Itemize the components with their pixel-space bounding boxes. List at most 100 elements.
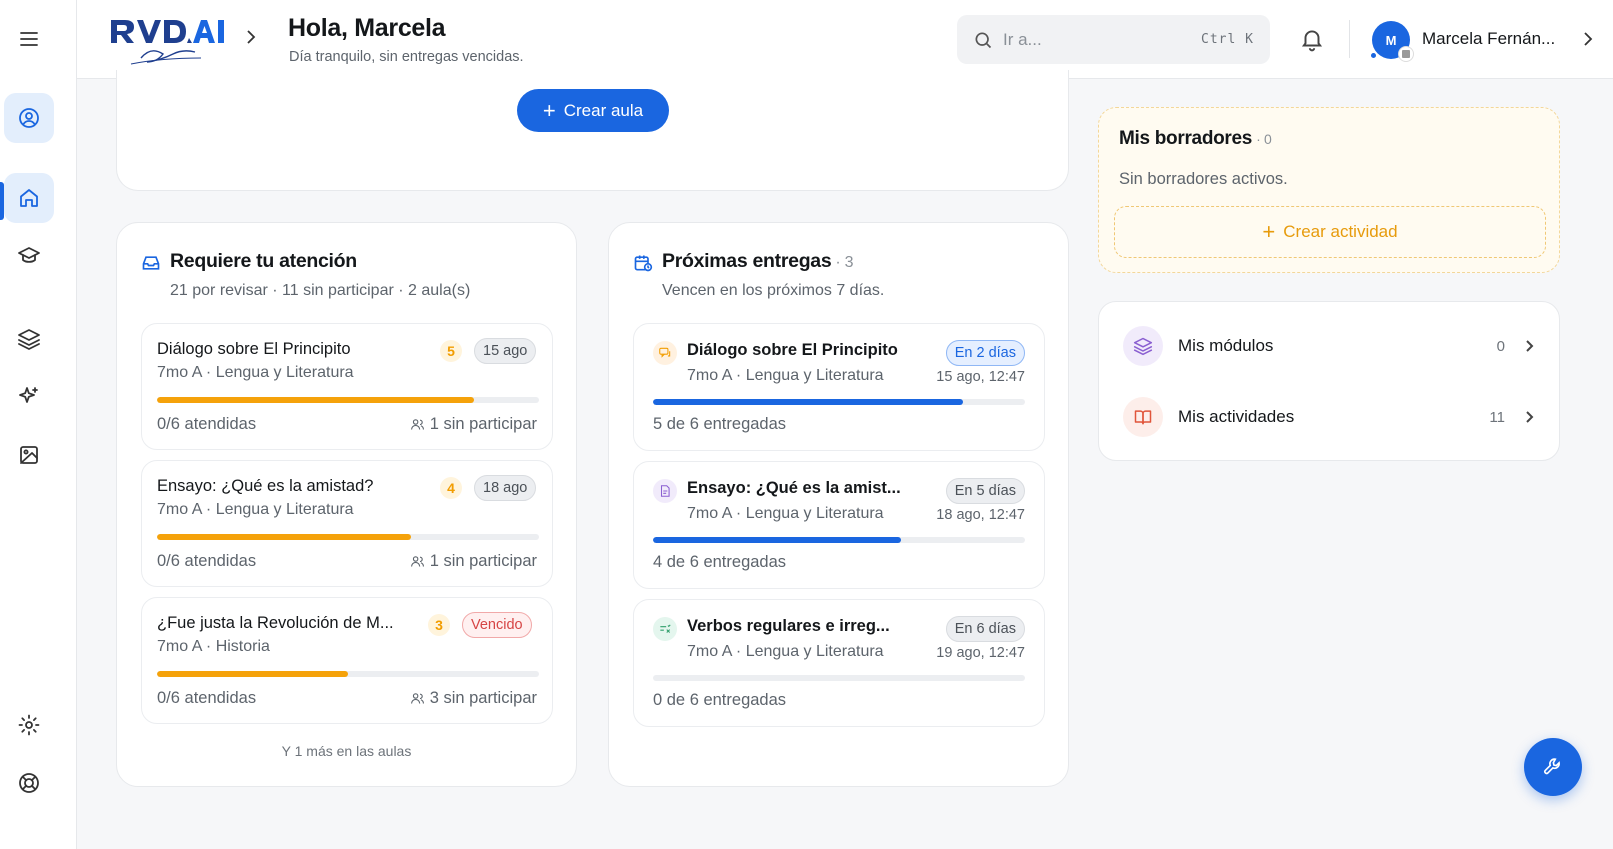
- delivered-count: 4 de 6 entregadas: [653, 553, 787, 571]
- item-meta: 7mo A · Lengua y Literatura: [157, 364, 354, 381]
- drafts-empty-message: Sin borradores activos.: [1119, 170, 1288, 188]
- chevron-right-icon: [1526, 340, 1534, 352]
- pending-count-badge: 3: [428, 614, 450, 636]
- image-icon: [20, 446, 38, 464]
- sidebar-item-ai[interactable]: [4, 372, 54, 422]
- attended-count: 0/6 atendidas: [157, 415, 257, 433]
- calendar-icon: [633, 253, 653, 273]
- attention-item[interactable]: ¿Fue justa la Revolución de M... 3 Venci…: [141, 597, 553, 724]
- sidebar-item-help[interactable]: [4, 758, 54, 808]
- chevron-right-icon[interactable]: [1580, 31, 1596, 47]
- bell-icon: [1301, 30, 1323, 52]
- sparkles-icon: [19, 387, 38, 403]
- document-icon: [653, 479, 677, 503]
- item-meta: 7mo A · Historia: [157, 638, 270, 655]
- my-activities-count: 11: [1489, 408, 1505, 426]
- upcoming-title: Próximas entregas · 3: [662, 250, 853, 273]
- progress-bar: [653, 537, 1025, 543]
- item-title: Diálogo sobre El Principito: [687, 341, 898, 359]
- sidebar-item-home[interactable]: [4, 173, 54, 223]
- upcoming-item[interactable]: Diálogo sobre El Principito En 2 días 7m…: [633, 323, 1045, 451]
- item-title: Ensayo: ¿Qué es la amistad?: [157, 477, 374, 495]
- item-meta: 7mo A · Lengua y Literatura: [157, 501, 354, 518]
- search-input[interactable]: Ir a... Ctrl K: [957, 15, 1270, 64]
- search-placeholder: Ir a...: [1003, 29, 1042, 49]
- progress-fill: [157, 397, 475, 403]
- settings-icon: [18, 714, 40, 736]
- avatar[interactable]: M: [1370, 21, 1414, 62]
- sidebar-item-classes[interactable]: [4, 231, 54, 281]
- item-title: Ensayo: ¿Qué es la amist...: [687, 479, 901, 497]
- notifications-button[interactable]: [1299, 26, 1325, 52]
- upcoming-count: · 3: [835, 254, 854, 271]
- sidebar-item-modules[interactable]: [4, 314, 54, 364]
- rvdai-logo[interactable]: [107, 8, 227, 70]
- user-name[interactable]: Marcela Fernán...: [1422, 29, 1555, 49]
- upcoming-panel: Próximas entregas · 3 Vencen en los próxi…: [608, 222, 1069, 787]
- item-meta: 7mo A · Lengua y Literatura: [687, 643, 884, 660]
- checklist-icon: [653, 617, 677, 641]
- due-date: 19 ago, 12:47: [936, 645, 1025, 661]
- pending-count-badge: 4: [440, 477, 462, 499]
- drafts-card: Mis borradores · 0 Sin borradores activos…: [1098, 107, 1560, 273]
- attention-item[interactable]: Ensayo: ¿Qué es la amistad? 4 18 ago 7mo…: [141, 460, 553, 587]
- upcoming-title-text: Próximas entregas: [662, 250, 832, 272]
- menu-icon[interactable]: [4, 14, 54, 64]
- item-meta: 7mo A · Lengua y Literatura: [687, 367, 884, 384]
- drafts-count: · 0: [1256, 131, 1272, 147]
- graduation-cap-icon: [18, 247, 40, 263]
- sidebar-item-gallery[interactable]: [4, 430, 54, 480]
- upcoming-subtitle: Vencen en los próximos 7 días.: [662, 282, 885, 299]
- my-modules-count: 0: [1496, 337, 1505, 355]
- due-date: 18 ago, 12:47: [936, 507, 1025, 523]
- create-activity-button[interactable]: + Crear actividad: [1114, 206, 1546, 258]
- attention-item[interactable]: Diálogo sobre El Principito 5 15 ago 7mo…: [141, 323, 553, 450]
- item-title: Verbos regulares e irreg...: [687, 617, 890, 635]
- user-circle-icon: [19, 108, 39, 128]
- due-badge: En 5 días: [945, 478, 1025, 504]
- tools-fab-button[interactable]: [1524, 738, 1582, 796]
- breadcrumb-chevron-icon: [247, 30, 256, 44]
- users-icon: [410, 693, 424, 704]
- progress-fill: [157, 534, 412, 540]
- attention-subtitle: 21 por revisar · 11 sin participar · 2 a…: [170, 282, 471, 299]
- missing-count: 1 sin participar: [429, 552, 537, 570]
- my-modules-label: Mis módulos: [1178, 336, 1274, 355]
- pending-count-badge: 5: [440, 340, 462, 362]
- wrench-icon: [1544, 758, 1560, 775]
- more-in-classrooms-link[interactable]: Y 1 más en las aulas: [117, 743, 576, 759]
- attended-count: 0/6 atendidas: [157, 689, 257, 707]
- library-card: Mis módulos 0 Mis actividades 11: [1098, 301, 1560, 461]
- item-meta: 7mo A · Lengua y Literatura: [687, 505, 884, 522]
- attention-panel: Requiere tu atención 21 por revisar · 11…: [116, 222, 577, 787]
- home-icon: [20, 189, 38, 207]
- my-modules-row[interactable]: Mis módulos 0: [1123, 326, 1537, 366]
- item-title: Diálogo sobre El Principito: [157, 340, 351, 358]
- date-badge: 15 ago: [474, 338, 537, 364]
- my-activities-row[interactable]: Mis actividades 11: [1123, 397, 1537, 437]
- progress-bar: [157, 671, 539, 677]
- chevron-right-icon: [1526, 411, 1534, 423]
- layers-icon: [1123, 326, 1163, 366]
- create-activity-label: Crear actividad: [1283, 222, 1398, 241]
- progress-bar: [157, 534, 539, 540]
- progress-fill: [653, 537, 902, 543]
- lifebuoy-icon: [19, 773, 39, 793]
- upcoming-item[interactable]: Ensayo: ¿Qué es la amist... En 5 días 7m…: [633, 461, 1045, 589]
- attention-title: Requiere tu atención: [170, 250, 357, 272]
- progress-bar: [157, 397, 539, 403]
- create-classroom-button[interactable]: + Crear aula: [517, 89, 669, 132]
- delivered-count: 0 de 6 entregadas: [653, 691, 787, 709]
- create-classroom-card: + Crear aula: [116, 70, 1069, 191]
- progress-bar: [653, 399, 1025, 405]
- layers-icon: [18, 329, 40, 350]
- users-icon: [410, 419, 424, 430]
- missing-count: 1 sin participar: [429, 415, 537, 433]
- users-icon: [410, 556, 424, 567]
- plus-icon: +: [1262, 219, 1276, 244]
- sidebar-item-profile[interactable]: [4, 93, 54, 143]
- upcoming-item[interactable]: Verbos regulares e irreg... En 6 días 7m…: [633, 599, 1045, 727]
- sidebar-item-settings[interactable]: [4, 700, 54, 750]
- school-badge-icon: [1398, 46, 1414, 62]
- progress-fill: [653, 399, 963, 405]
